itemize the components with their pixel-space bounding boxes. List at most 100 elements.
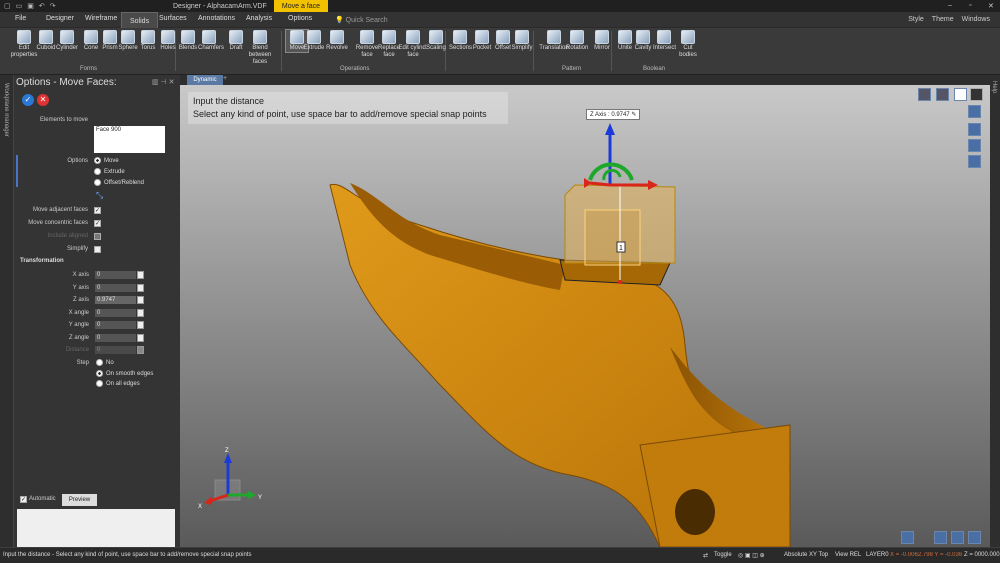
move-concentric-checkbox[interactable]: ✓ <box>94 220 101 227</box>
tab-designer[interactable]: Designer <box>46 15 74 22</box>
ribbon-chamfers-button[interactable]: Chamfers <box>198 30 224 52</box>
z-axis-readout[interactable]: Z Axis : 0.9747 ✎ <box>586 109 641 120</box>
ribbon-revolve-button[interactable]: Revolve <box>326 30 348 52</box>
ribbon-extrude-button[interactable]: Extrude <box>303 30 325 52</box>
panel-pin-icon[interactable]: ▥ ⊣ ✕ <box>152 78 174 86</box>
tab-file[interactable]: File <box>15 15 26 22</box>
quick-search[interactable]: 💡 Quick Search <box>335 16 388 24</box>
tab-analysis[interactable]: Analysis <box>246 15 272 22</box>
x-angle-input[interactable]: 0 <box>95 309 136 317</box>
ribbon-rotation-button[interactable]: Rotation <box>566 30 588 52</box>
windows-menu[interactable]: Windows <box>962 16 990 23</box>
layer-selector[interactable]: LAYER0 <box>866 552 889 558</box>
option-move-label: Move <box>104 157 119 164</box>
move-adjacent-checkbox[interactable]: ✓ <box>94 207 101 214</box>
ribbon-blend-between-faces-button[interactable]: Blend between faces <box>243 30 277 66</box>
menu-icon[interactable] <box>970 88 983 101</box>
x-axis-input[interactable]: 0 <box>95 271 136 279</box>
z-axis-spinner[interactable] <box>137 296 144 304</box>
simplify-checkbox[interactable] <box>94 246 101 253</box>
viewport-3d[interactable]: 1 Z Y X Input the distance Select any ki… <box>180 85 990 547</box>
preview-button[interactable]: Preview <box>62 494 97 506</box>
toggle-icon[interactable]: ⇄ <box>703 552 708 559</box>
option-offset-reblend[interactable]: Offset/Reblend <box>94 179 144 186</box>
redo-icon[interactable]: ↷ <box>50 2 56 10</box>
ribbon-torus-button[interactable]: Torus <box>137 30 159 52</box>
view-selector[interactable]: View REL <box>835 552 861 558</box>
minimize-icon[interactable]: – <box>948 2 952 9</box>
window-icon[interactable] <box>954 88 967 101</box>
ribbon-cuboid-button[interactable]: Cuboid <box>35 30 57 52</box>
ribbon-scaling-button[interactable]: Scaling <box>425 30 447 52</box>
cylinder-view-icon[interactable] <box>968 105 981 118</box>
elements-list[interactable]: Face 900 <box>94 126 165 153</box>
camera-icon[interactable] <box>968 155 981 168</box>
tab-surfaces[interactable]: Surfaces <box>159 15 187 22</box>
option-extrude[interactable]: Extrude <box>94 168 125 175</box>
step-smooth[interactable]: On smooth edges <box>96 370 153 377</box>
rotate-view-icon[interactable] <box>968 531 981 544</box>
help-strip[interactable]: Help <box>990 75 1000 547</box>
ribbon-sphere-button[interactable]: Sphere <box>117 30 139 52</box>
z-angle-spinner[interactable] <box>137 334 144 342</box>
tab-options[interactable]: Options <box>288 15 312 22</box>
style-menu[interactable]: Style <box>908 16 924 23</box>
tab-dynamic[interactable]: Dynamic <box>187 75 223 85</box>
x-axis-spinner[interactable] <box>137 271 144 279</box>
option-extrude-label: Extrude <box>104 168 125 175</box>
theme-menu[interactable]: Theme <box>932 16 954 23</box>
step-all[interactable]: On all edges <box>96 380 140 387</box>
z-axis-input[interactable]: 0.9747 <box>95 296 136 304</box>
ribbon-holes-button[interactable]: Holes <box>157 30 179 52</box>
y-angle-input[interactable]: 0 <box>95 321 136 329</box>
ribbon-cut-bodies-button[interactable]: Cut bodies <box>677 30 699 59</box>
ribbon-blends-button[interactable]: Blends <box>177 30 199 52</box>
cancel-button[interactable]: ✕ <box>37 94 49 106</box>
view-cube-icon[interactable] <box>918 88 931 101</box>
snap-point[interactable] <box>618 280 622 284</box>
distance-spinner[interactable] <box>137 346 144 354</box>
ribbon-cavity-button[interactable]: Cavity <box>632 30 654 52</box>
tab-wireframe[interactable]: Wireframe <box>85 15 117 22</box>
pencil-icon[interactable]: ✎ <box>631 112 636 118</box>
pan-view-icon[interactable] <box>968 123 981 136</box>
zoom-icon[interactable] <box>936 88 949 101</box>
pick-direction-icon[interactable]: ⤡ <box>96 190 103 201</box>
tab-annotations[interactable]: Annotations <box>198 15 235 22</box>
ribbon-cylinder-button[interactable]: Cylinder <box>56 30 78 52</box>
include-aligned-checkbox[interactable] <box>94 233 101 240</box>
ribbon-intersect-button[interactable]: Intersect <box>653 30 676 52</box>
new-tab-icon[interactable]: + <box>223 75 227 82</box>
extrude-icon <box>307 30 321 44</box>
eye-icon[interactable] <box>968 139 981 152</box>
maximize-icon[interactable]: ▫ <box>969 2 971 9</box>
move-gizmo[interactable] <box>584 123 658 190</box>
status-tools-icon[interactable]: ◎ ▣ ◫ ⊕ <box>738 552 765 559</box>
y-angle-spinner[interactable] <box>137 321 144 329</box>
distance-input[interactable]: 0 <box>95 346 136 354</box>
automatic-checkbox[interactable]: ✓ <box>20 496 27 503</box>
y-axis-input[interactable]: 0 <box>95 284 136 292</box>
close-icon[interactable]: ✕ <box>988 2 994 10</box>
step-no[interactable]: No <box>96 359 114 366</box>
zoom-window-icon[interactable] <box>934 531 947 544</box>
tab-solids[interactable]: Solids <box>121 12 159 28</box>
toggle-button[interactable]: Toggle <box>714 552 732 558</box>
x-angle-spinner[interactable] <box>137 309 144 317</box>
ribbon-simplify-button[interactable]: Simplify <box>511 30 533 52</box>
save-icon[interactable]: ▣ <box>27 2 34 10</box>
undo-icon[interactable]: ↶ <box>39 2 45 10</box>
open-icon[interactable]: ▭ <box>16 2 23 10</box>
plane-selector[interactable]: Absolute XY Top <box>784 552 828 558</box>
new-icon[interactable]: ▢ <box>4 2 11 10</box>
ok-button[interactable]: ✓ <box>22 94 34 106</box>
y-axis-spinner[interactable] <box>137 284 144 292</box>
ribbon-mirror-button[interactable]: Mirror <box>591 30 613 52</box>
workplane-manager-strip[interactable]: Workplane manager <box>0 75 14 547</box>
select-cursor-icon[interactable] <box>951 531 964 544</box>
fit-view-icon[interactable] <box>901 531 914 544</box>
ribbon-pocket-button[interactable]: Pocket <box>471 30 493 52</box>
option-move[interactable]: Move <box>94 157 119 164</box>
ribbon-sections-button[interactable]: Sections <box>449 30 472 52</box>
z-angle-input[interactable]: 0 <box>95 334 136 342</box>
